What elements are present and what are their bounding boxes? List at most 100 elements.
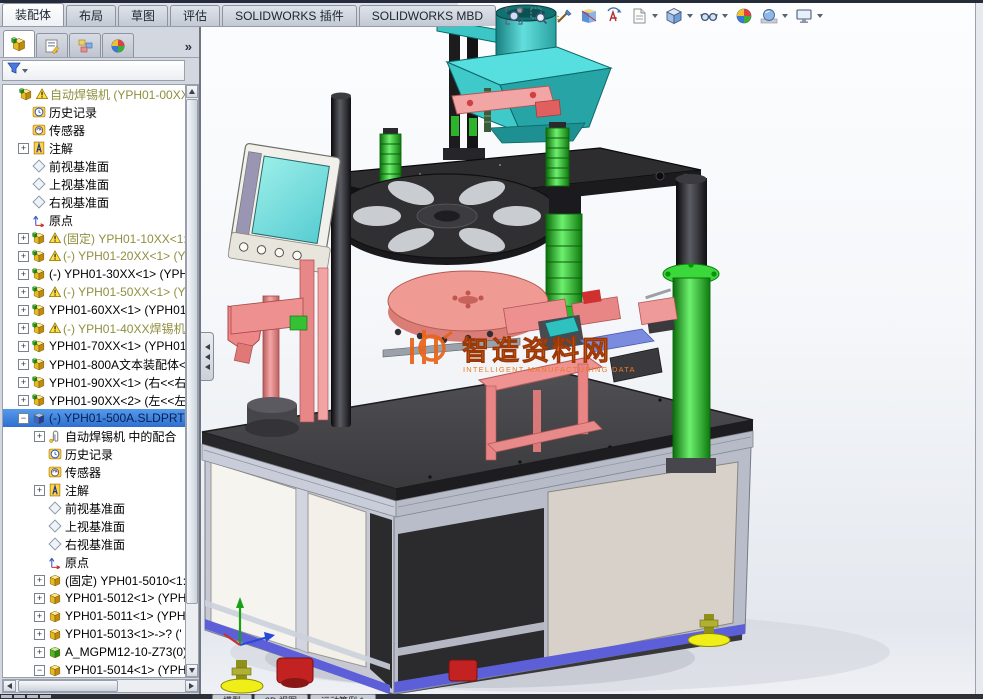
view-settings-icon[interactable]: [795, 7, 813, 25]
tree-expander[interactable]: −: [34, 665, 45, 676]
tree-item[interactable]: +(-) YPH01-50XX<1> (Y: [3, 283, 185, 301]
tree-item[interactable]: −YPH01-5014<1> (YPH: [3, 661, 185, 678]
window-splitter-button[interactable]: [14, 695, 25, 698]
tree-item[interactable]: 上视基准面: [3, 175, 185, 193]
featuremanager-splitter-handle[interactable]: [201, 332, 214, 381]
tree-item[interactable]: +YPH01-70XX<1> (YPH01-: [3, 337, 185, 355]
tree-item[interactable]: 前视基准面: [3, 499, 185, 517]
previous-view-icon[interactable]: [555, 7, 573, 25]
annotation-views-icon[interactable]: [605, 7, 623, 25]
scroll-up-button[interactable]: [186, 85, 198, 98]
tree-expander[interactable]: +: [34, 611, 45, 622]
ribbon-tab[interactable]: 布局: [66, 5, 116, 26]
dropdown-caret-icon[interactable]: [722, 14, 728, 18]
scroll-left-button[interactable]: [3, 680, 16, 692]
display-style-icon[interactable]: [665, 7, 683, 25]
tree-item[interactable]: +注解: [3, 139, 185, 157]
tree-item[interactable]: 右视基准面: [3, 535, 185, 553]
bottom-tab[interactable]: 运动算例 1: [310, 694, 376, 699]
tree-expander[interactable]: +: [18, 341, 29, 352]
ribbon-tab[interactable]: SOLIDWORKS 插件: [222, 5, 357, 26]
ribbon-tab[interactable]: SOLIDWORKS MBD: [359, 5, 496, 26]
tree-expander[interactable]: +: [18, 359, 29, 370]
tree-item[interactable]: +(-) YPH01-20XX<1> (Y: [3, 247, 185, 265]
window-splitter-button[interactable]: [1, 695, 12, 698]
edit-appearance-icon[interactable]: [735, 7, 753, 25]
tree-item[interactable]: +(-) YPH01-30XX<1> (YPH: [3, 265, 185, 283]
tree-expander[interactable]: +: [18, 305, 29, 316]
tree-item[interactable]: 前视基准面: [3, 157, 185, 175]
tree-item[interactable]: +A_MGPM12-10-Z73(0): [3, 643, 185, 661]
hide-show-items-icon[interactable]: [700, 7, 718, 25]
dropdown-caret-icon[interactable]: [782, 14, 788, 18]
tree-item[interactable]: +YPH01-90XX<1> (右<<右: [3, 373, 185, 391]
tree-vertical-scrollbar[interactable]: [185, 84, 199, 678]
ribbon-tab[interactable]: 草图: [118, 5, 168, 26]
tree-filter[interactable]: [2, 60, 185, 81]
tree-item[interactable]: +(-) YPH01-40XX焊锡机机: [3, 319, 185, 337]
ribbon-tab[interactable]: 评估: [170, 5, 220, 26]
tree-item[interactable]: 原点: [3, 211, 185, 229]
tree-item[interactable]: +(固定) YPH01-10XX<1:: [3, 229, 185, 247]
horizontal-scroll-thumb[interactable]: [18, 680, 118, 692]
configurationmanager-tab[interactable]: [69, 33, 101, 57]
tree-item[interactable]: +YPH01-800A文本装配体<1: [3, 355, 185, 373]
window-splitter-button[interactable]: [27, 695, 38, 698]
propertymanager-tab[interactable]: [36, 33, 68, 57]
dropdown-caret-icon[interactable]: [687, 14, 693, 18]
view-orientation-icon[interactable]: [630, 7, 648, 25]
tree-item[interactable]: +注解: [3, 481, 185, 499]
tree-item[interactable]: 传感器: [3, 121, 185, 139]
tree-expander[interactable]: +: [18, 143, 29, 154]
tree-item[interactable]: +YPH01-90XX<2> (左<<左: [3, 391, 185, 409]
section-view-icon[interactable]: [580, 7, 598, 25]
tree-expander[interactable]: +: [18, 323, 29, 334]
apply-scene-icon[interactable]: [760, 7, 778, 25]
tree-item[interactable]: 原点: [3, 553, 185, 571]
tree-item[interactable]: +YPH01-5012<1> (YPH: [3, 589, 185, 607]
tree-item[interactable]: 历史记录: [3, 445, 185, 463]
tree-expander[interactable]: +: [18, 233, 29, 244]
tree-item[interactable]: 历史记录: [3, 103, 185, 121]
tree-item[interactable]: 传感器: [3, 463, 185, 481]
scroll-down-button[interactable]: [186, 664, 198, 677]
tree-expander[interactable]: +: [34, 431, 45, 442]
window-splitter-button[interactable]: [40, 695, 51, 698]
tree-expander[interactable]: +: [18, 377, 29, 388]
tree-item[interactable]: +YPH01-5011<1> (YPH: [3, 607, 185, 625]
tree-item[interactable]: +(固定) YPH01-5010<1:: [3, 571, 185, 589]
tree-expander[interactable]: +: [18, 395, 29, 406]
tree-item[interactable]: 右视基准面: [3, 193, 185, 211]
bottom-tab[interactable]: 3D 视图: [254, 694, 308, 699]
manager-tab-overflow-button[interactable]: »: [185, 39, 192, 57]
tree-expander[interactable]: +: [34, 593, 45, 604]
tree-item[interactable]: 上视基准面: [3, 517, 185, 535]
tree-expander[interactable]: +: [34, 629, 45, 640]
tree-expander[interactable]: −: [18, 413, 29, 424]
tree-expander[interactable]: +: [34, 485, 45, 496]
filter-dropdown-caret[interactable]: [22, 69, 28, 73]
tree-horizontal-scrollbar[interactable]: [2, 679, 199, 693]
tree-expander[interactable]: +: [34, 575, 45, 586]
featuremanager-tree-tab[interactable]: [3, 30, 35, 57]
tree-expander[interactable]: +: [18, 251, 29, 262]
tree-item-label: 前视基准面: [49, 158, 109, 175]
dropdown-caret-icon[interactable]: [817, 14, 823, 18]
bottom-tab[interactable]: 模型: [212, 694, 252, 699]
tree-expander[interactable]: +: [18, 269, 29, 280]
tree-item[interactable]: 自动焊锡机 (YPH01-00XX·: [3, 85, 185, 103]
vertical-scroll-thumb[interactable]: [186, 99, 198, 604]
tree-expander[interactable]: +: [34, 647, 45, 658]
tree-item[interactable]: +YPH01-60XX<1> (YPH01-: [3, 301, 185, 319]
zoom-to-area-icon[interactable]: [530, 7, 548, 25]
displaymanager-tab[interactable]: [102, 33, 134, 57]
ribbon-tab[interactable]: 装配体: [2, 3, 64, 26]
dropdown-caret-icon[interactable]: [652, 14, 658, 18]
scroll-right-button[interactable]: [185, 680, 198, 692]
tree-expander[interactable]: +: [18, 287, 29, 298]
tree-item[interactable]: +自动焊锡机 中的配合: [3, 427, 185, 445]
tree-item[interactable]: −(-) YPH01-500A.SLDPRT<: [3, 409, 185, 427]
graphics-viewport[interactable]: 智造资料网 INTELLIGENT MANUFACTURING DATA: [200, 3, 975, 694]
tree-item[interactable]: +YPH01-5013<1>->? (': [3, 625, 185, 643]
zoom-to-fit-icon[interactable]: [505, 7, 523, 25]
